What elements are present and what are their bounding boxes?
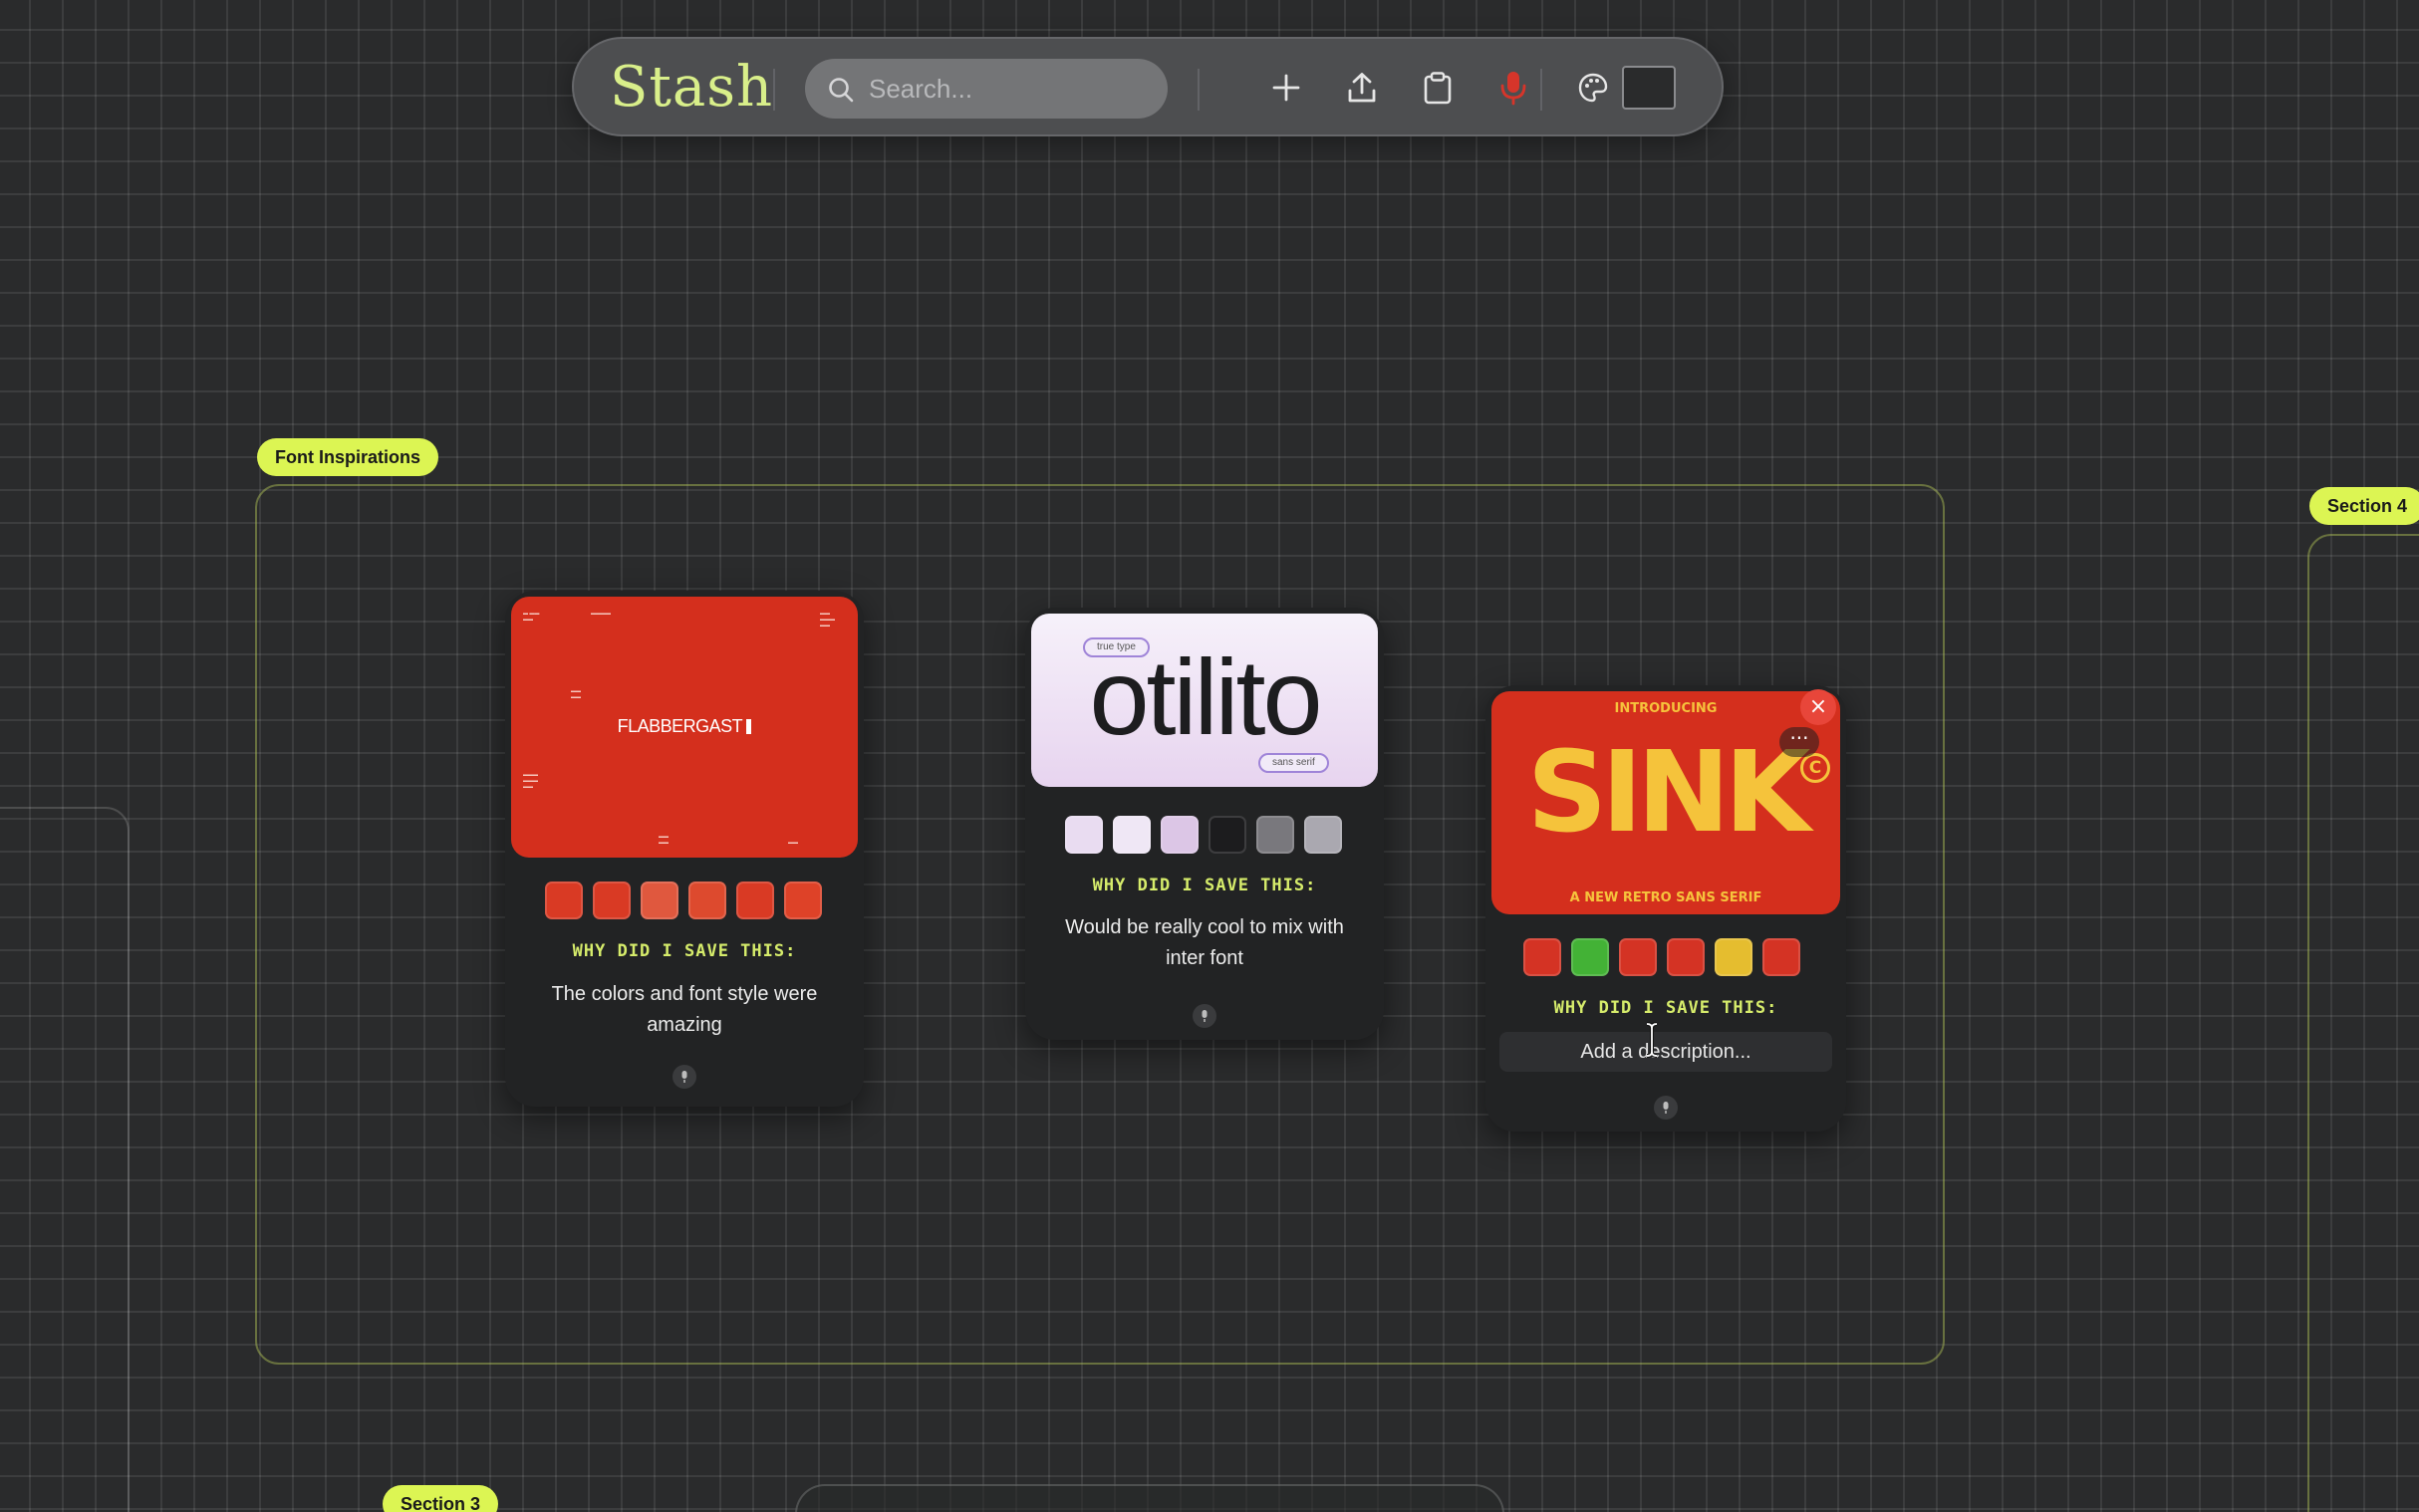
- color-swatch[interactable]: [545, 882, 583, 919]
- card-description[interactable]: Would be really cool to mix with inter f…: [1055, 912, 1354, 974]
- microphone-icon: [1202, 1010, 1208, 1022]
- color-palette: [1065, 816, 1342, 854]
- thumbnail-fine-print: ▬▬▬▬: [659, 834, 669, 846]
- inspiration-card[interactable]: INTRODUCING SINK C A NEW RETRO SANS SERI…: [1485, 685, 1846, 1132]
- color-swatch[interactable]: [1667, 938, 1705, 976]
- why-saved-label: WHY DID I SAVE THIS:: [1553, 998, 1778, 1018]
- color-swatch[interactable]: [1113, 816, 1151, 854]
- text-cursor-icon: [1646, 1022, 1658, 1058]
- thumbnail-kicker: INTRODUCING: [1614, 701, 1718, 716]
- plus-icon: [1272, 74, 1300, 102]
- card-thumbnail[interactable]: INTRODUCING SINK C A NEW RETRO SANS SERI…: [1491, 691, 1840, 914]
- inspiration-card[interactable]: ▬ ▬▬ ▬▬ ▬▬▬▬ ▬▬ ▬▬▬ ▬▬ ▬▬ ▬▬ ▬▬▬ ▬▬▬ ▬▬ ▬▬ ▬▬ ▬…: [505, 591, 864, 1107]
- search-bar[interactable]: [805, 59, 1168, 119]
- color-swatch[interactable]: [1161, 816, 1199, 854]
- app-logo[interactable]: Stash: [610, 55, 773, 121]
- theme-palette-button[interactable]: [1570, 65, 1616, 111]
- thumbnail-fine-print: ▬▬▬ ▬▬▬ ▬▬: [523, 772, 538, 790]
- thumbnail-wordmark: otilito: [1089, 636, 1322, 757]
- color-swatch[interactable]: [688, 882, 726, 919]
- thumbnail-subtitle: A NEW RETRO SANS SERIF: [1569, 890, 1762, 905]
- section-tag-section-4[interactable]: Section 4: [2309, 487, 2419, 525]
- thumbnail-fine-print: ▬▬ ▬▬▬ ▬▬: [820, 611, 835, 629]
- inspiration-card[interactable]: otilito true type sans serif WHY DID I S…: [1025, 608, 1384, 1040]
- color-swatch[interactable]: [1571, 938, 1609, 976]
- section-tag-section-3[interactable]: Section 3: [383, 1485, 499, 1512]
- section-tag-font-inspirations[interactable]: Font Inspirations: [257, 438, 438, 476]
- paste-button[interactable]: [1415, 65, 1461, 111]
- color-swatch[interactable]: [1715, 938, 1752, 976]
- offscreen-section-frame: [0, 807, 130, 1512]
- card-thumbnail[interactable]: otilito true type sans serif: [1031, 614, 1378, 787]
- close-card-button[interactable]: ×: [1800, 689, 1836, 725]
- microphone-icon: [1500, 72, 1526, 106]
- toolbar-divider: [773, 69, 775, 111]
- why-saved-label: WHY DID I SAVE THIS:: [1092, 876, 1317, 895]
- toolbar-divider: [1540, 69, 1542, 111]
- color-swatch[interactable]: [1619, 938, 1657, 976]
- color-swatch-button[interactable]: [1622, 66, 1676, 110]
- more-options-button[interactable]: ···: [1779, 727, 1819, 757]
- color-palette: [545, 882, 822, 919]
- top-toolbar: Stash: [572, 37, 1724, 136]
- section-frame-section-4: [2307, 534, 2419, 1512]
- card-voice-note-button[interactable]: [672, 1065, 696, 1089]
- thumbnail-fine-print: ▬ ▬▬ ▬▬: [523, 611, 540, 623]
- card-thumbnail[interactable]: ▬ ▬▬ ▬▬ ▬▬▬▬ ▬▬ ▬▬▬ ▬▬ ▬▬ ▬▬ ▬▬▬ ▬▬▬ ▬▬ ▬▬ ▬▬ ▬…: [511, 597, 858, 858]
- upload-button[interactable]: [1339, 65, 1385, 111]
- color-swatch[interactable]: [1304, 816, 1342, 854]
- thumbnail-title: FLABBERGAST: [511, 716, 858, 737]
- color-swatch[interactable]: [1523, 938, 1561, 976]
- thumbnail-fine-print: ▬▬: [788, 840, 798, 846]
- thumbnail-pill-label: sans serif: [1258, 753, 1329, 773]
- color-swatch[interactable]: [641, 882, 678, 919]
- bottom-panel: [795, 1484, 1504, 1512]
- color-swatch[interactable]: [593, 882, 631, 919]
- thumbnail-fine-print: ▬▬▬▬: [591, 611, 611, 617]
- clipboard-icon: [1424, 72, 1452, 105]
- add-button[interactable]: [1263, 65, 1309, 111]
- thumbnail-pill-label: true type: [1083, 637, 1150, 657]
- color-swatch[interactable]: [1762, 938, 1800, 976]
- upload-icon: [1348, 73, 1376, 103]
- card-description[interactable]: The colors and font style were amazing: [535, 979, 834, 1041]
- color-swatch[interactable]: [1209, 816, 1246, 854]
- microphone-icon: [1663, 1102, 1669, 1114]
- palette-icon: [1578, 73, 1608, 103]
- toolbar-divider: [1198, 69, 1200, 111]
- color-palette: [1523, 938, 1800, 976]
- color-swatch[interactable]: [736, 882, 774, 919]
- why-saved-label: WHY DID I SAVE THIS:: [572, 941, 797, 961]
- card-voice-note-button[interactable]: [1193, 1004, 1216, 1028]
- color-swatch[interactable]: [1256, 816, 1294, 854]
- color-swatch[interactable]: [784, 882, 822, 919]
- search-icon: [829, 78, 854, 103]
- card-voice-note-button[interactable]: [1654, 1096, 1678, 1120]
- description-input[interactable]: Add a description...: [1499, 1032, 1832, 1072]
- microphone-icon: [681, 1071, 687, 1083]
- thumbnail-fine-print: ▬▬▬▬: [571, 688, 581, 700]
- copyright-mark: C: [1800, 753, 1830, 783]
- search-input[interactable]: [869, 59, 1148, 119]
- voice-record-button[interactable]: [1490, 65, 1536, 111]
- color-swatch[interactable]: [1065, 816, 1103, 854]
